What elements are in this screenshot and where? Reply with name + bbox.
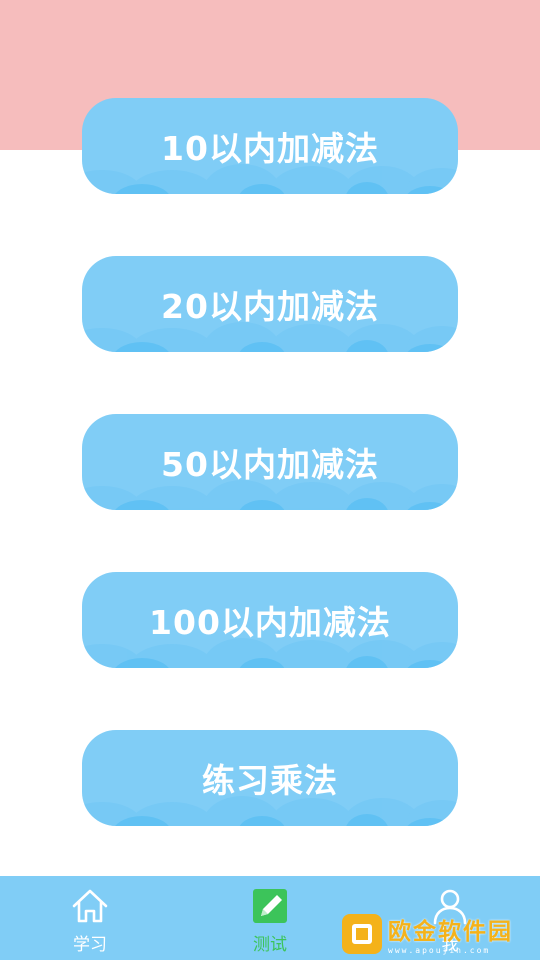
menu-item-label: 100以内加减法 xyxy=(149,603,391,642)
exercise-menu: 10以内加减法 20以内加减法 50以内加减法 100以内加减法 练习乘法 xyxy=(0,0,540,876)
tab-label: 我 xyxy=(441,935,459,955)
tab-label: 学习 xyxy=(73,935,107,955)
menu-item-label: 50以内加减法 xyxy=(161,445,379,484)
menu-item-label: 20以内加减法 xyxy=(161,287,379,326)
add-subtract-within-20-button[interactable]: 20以内加减法 xyxy=(82,256,458,352)
tab-label: 测试 xyxy=(253,935,287,955)
practice-multiplication-button[interactable]: 练习乘法 xyxy=(82,730,458,826)
home-icon xyxy=(72,889,108,923)
add-subtract-within-10-button[interactable]: 10以内加减法 xyxy=(82,98,458,194)
bottom-tab-bar: 学习 测试 我 xyxy=(0,876,540,960)
person-icon xyxy=(433,889,467,925)
tab-me[interactable]: 我 xyxy=(390,876,510,960)
tab-study[interactable]: 学习 xyxy=(30,876,150,960)
pencil-icon xyxy=(253,889,287,923)
add-subtract-within-50-button[interactable]: 50以内加减法 xyxy=(82,414,458,510)
menu-item-label: 练习乘法 xyxy=(202,761,338,800)
add-subtract-within-100-button[interactable]: 100以内加减法 xyxy=(82,572,458,668)
menu-item-label: 10以内加减法 xyxy=(161,129,379,168)
tab-test[interactable]: 测试 xyxy=(210,876,330,960)
